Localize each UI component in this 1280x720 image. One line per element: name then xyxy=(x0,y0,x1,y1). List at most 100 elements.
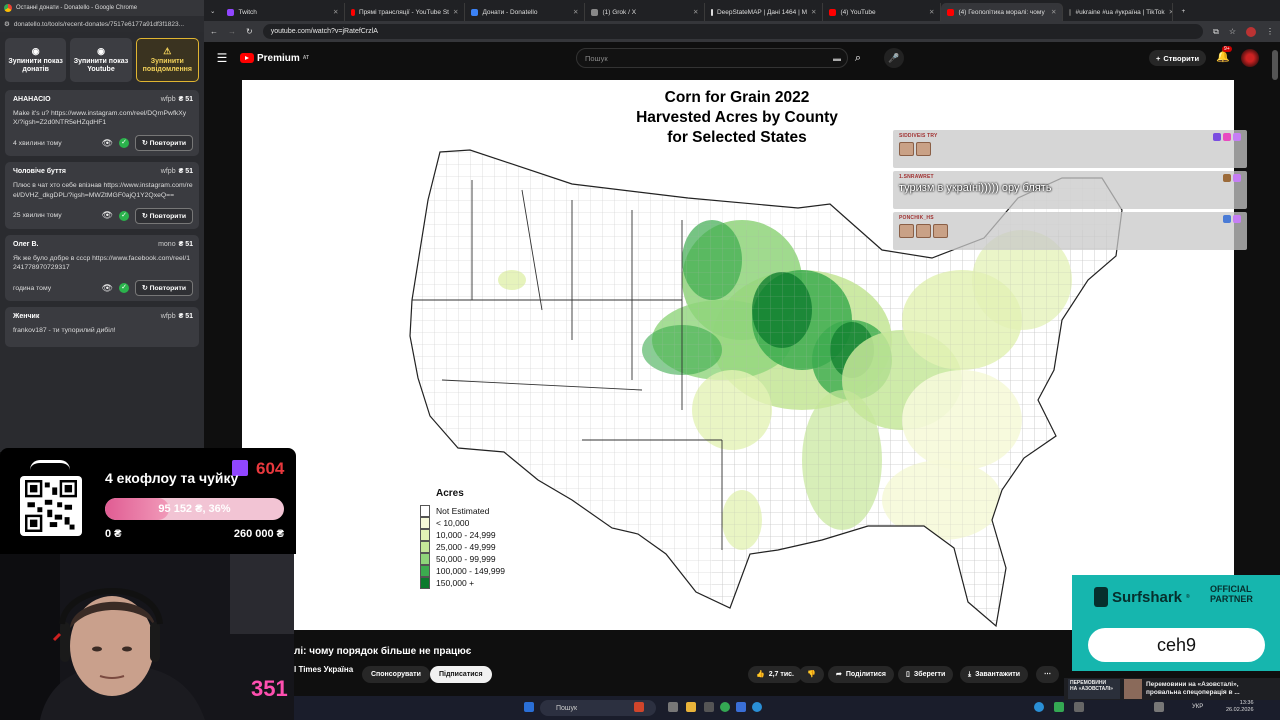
dislike-button[interactable]: 👎 xyxy=(799,666,824,683)
donation-source: wfpb xyxy=(160,96,176,103)
file-explorer-icon[interactable] xyxy=(686,702,696,712)
account-avatar[interactable] xyxy=(1241,49,1259,67)
donation-card: АНАНАСІО wfpb ₴ 51 Make it's u? https://w… xyxy=(5,90,199,157)
streamer-image xyxy=(0,554,294,720)
donation-source: wfpb xyxy=(160,313,176,321)
notifications-bell-icon[interactable]: 🔔 9+ xyxy=(1216,46,1232,63)
system-clock[interactable]: 13:36 26.02.2026 xyxy=(1226,700,1254,715)
stop-youtube-label: Зупинити показ Youtube xyxy=(73,58,129,74)
close-icon[interactable]: ✕ xyxy=(693,8,698,16)
stop-messages-button[interactable]: ⚠ Зупинити повідомлення xyxy=(135,38,199,82)
app-icon[interactable] xyxy=(752,702,762,712)
tab-tiktok[interactable]: #ukraine #ua #україна | TikTok✕ xyxy=(1063,3,1174,21)
eye-icon[interactable]: 👁 xyxy=(102,210,113,221)
reload-icon[interactable]: ↻ xyxy=(246,27,253,36)
emote-icon xyxy=(916,142,931,156)
webcam-counter: 351 xyxy=(251,676,288,701)
repeat-button[interactable]: ↻ Повторити xyxy=(135,135,193,152)
badge-icon xyxy=(1223,174,1231,182)
tab-geopolitics-active[interactable]: (4) Геополітика моралі: чому ✕ xyxy=(941,3,1064,21)
eye-icon[interactable]: 👁 xyxy=(102,283,113,294)
profile-icon[interactable] xyxy=(1246,26,1256,37)
close-icon[interactable]: ✕ xyxy=(573,8,578,16)
app-icon[interactable] xyxy=(736,702,746,712)
stop-donations-button[interactable]: ◉ Зупинити показ донатів xyxy=(5,38,67,82)
extensions-icon[interactable]: ⧉ xyxy=(1213,27,1219,37)
tab-grok[interactable]: (1) Grok / X ✕ xyxy=(585,3,706,21)
close-icon[interactable]: ✕ xyxy=(929,8,934,16)
donation-message: Як же було добре в ссср https://www.face… xyxy=(13,254,190,271)
tray-icon[interactable] xyxy=(1054,702,1064,712)
donation-card: Чоловіче буття wfpb ₴ 51 Плюс в чат хто с… xyxy=(5,162,199,229)
more-icon: ⋯ xyxy=(1044,671,1051,678)
check-icon[interactable]: ✓ xyxy=(119,138,130,149)
search-input[interactable]: Пошук ▬ xyxy=(576,48,848,68)
address-url[interactable]: youtube.com/watch?v=jRatefCrzlA xyxy=(271,28,378,35)
donor-name: АНАНАСІО xyxy=(13,96,51,103)
stop-youtube-button[interactable]: ◉ Зупинити показ Youtube xyxy=(70,38,132,82)
channel-name[interactable]: l Times Україна xyxy=(294,665,353,674)
forward-icon[interactable]: → xyxy=(228,27,236,36)
close-icon[interactable]: ✕ xyxy=(453,8,458,16)
sponsor-button[interactable]: Спонсорувати xyxy=(362,666,430,683)
news-widget[interactable]: ПЕРЕМОВИНИ НА «АЗОВСТАЛІ» Перемовини на «… xyxy=(1064,678,1280,700)
radio-icon: ◉ xyxy=(97,45,105,56)
donation-card: Женчик wfpb ₴ 51 frankov187 - ти тупорили… xyxy=(5,307,199,348)
share-button[interactable]: ➦ Поділитися xyxy=(828,666,894,683)
keyboard-language[interactable]: УКР xyxy=(1192,704,1203,710)
microphone-icon[interactable]: 🎤 xyxy=(884,48,904,68)
eye-icon[interactable]: 👁 xyxy=(102,138,113,149)
keyboard-icon[interactable]: ▬ xyxy=(833,54,841,63)
close-icon[interactable]: ✕ xyxy=(333,8,338,16)
tab-youtube[interactable]: (4) YouTube ✕ xyxy=(823,3,942,21)
tab-deepstate[interactable]: DeepStateMAP | Дані 1464 | М ✕ xyxy=(705,3,824,21)
like-button[interactable]: 👍 2,7 тис. xyxy=(748,666,802,683)
more-actions-button[interactable]: ⋯ xyxy=(1036,666,1059,683)
telegram-icon[interactable] xyxy=(1034,702,1044,712)
legend-title: Acres xyxy=(436,488,464,499)
close-icon[interactable]: ✕ xyxy=(811,8,816,16)
legend-row: 100,000 - 149,999 xyxy=(420,565,505,577)
search-highlight-icon[interactable] xyxy=(634,702,644,712)
news-avatar xyxy=(1124,679,1142,699)
donation-amount: ₴ 51 xyxy=(178,96,193,103)
bookmark-star-icon[interactable]: ☆ xyxy=(1229,27,1236,36)
qr-code-image xyxy=(25,480,77,532)
new-tab-icon[interactable]: + xyxy=(1173,3,1193,21)
youtube-premium-logo[interactable]: Premium AT xyxy=(240,53,309,64)
browser-menu-icon[interactable]: ⋮ xyxy=(1266,27,1274,36)
screen: Останні донати - Donatello - Google Chro… xyxy=(0,0,1280,720)
tab-donatello[interactable]: Донати - Donatello ✕ xyxy=(465,3,586,21)
close-icon[interactable]: ✕ xyxy=(1051,8,1056,16)
site-info-icon[interactable]: ⚙ xyxy=(4,20,10,28)
donatello-urlbar[interactable]: ⚙ donatello.to/tools/recent-donates/7517… xyxy=(0,16,204,32)
search-icon[interactable]: ⌕ xyxy=(846,48,870,68)
chat-username: 1.SNRAWRET xyxy=(899,174,934,180)
legend-row: 150,000 + xyxy=(420,577,505,589)
save-button[interactable]: ▯ Зберегти xyxy=(898,666,954,683)
tray-icon[interactable] xyxy=(1074,702,1084,712)
check-icon[interactable]: ✓ xyxy=(119,210,130,221)
address-bar[interactable]: youtube.com/watch?v=jRatefCrzlA xyxy=(262,24,1204,39)
stop-messages-label: Зупинити повідомлення xyxy=(142,58,192,74)
tab-twitch[interactable]: Twitch ✕ xyxy=(221,3,346,21)
task-view-icon[interactable] xyxy=(668,702,678,712)
repeat-button[interactable]: ↻ Повторити xyxy=(135,280,193,297)
badge-icon xyxy=(1213,133,1221,141)
volume-icon[interactable] xyxy=(1154,702,1164,712)
page-scrollbar[interactable] xyxy=(1272,50,1278,80)
tab-youtube-live[interactable]: Прямі трансляції - YouTube St ✕ xyxy=(345,3,466,21)
legend-row: < 10,000 xyxy=(420,517,505,529)
tab-search-icon[interactable]: ⌄ xyxy=(204,3,221,21)
donatello-url[interactable]: donatello.to/tools/recent-donates/7517e6… xyxy=(14,21,184,28)
chrome-icon[interactable] xyxy=(720,702,730,712)
create-button[interactable]: + Створити xyxy=(1149,50,1207,66)
back-icon[interactable]: ← xyxy=(210,27,218,36)
hamburger-menu-icon[interactable]: ☰ xyxy=(210,51,234,65)
subscribe-button[interactable]: Підписатися xyxy=(430,666,492,683)
download-button[interactable]: ⤓ Завантажити xyxy=(960,666,1029,683)
windows-start-icon[interactable] xyxy=(524,702,534,712)
repeat-button[interactable]: ↻ Повторити xyxy=(135,207,193,224)
check-icon[interactable]: ✓ xyxy=(119,283,130,294)
settings-icon[interactable] xyxy=(704,702,714,712)
